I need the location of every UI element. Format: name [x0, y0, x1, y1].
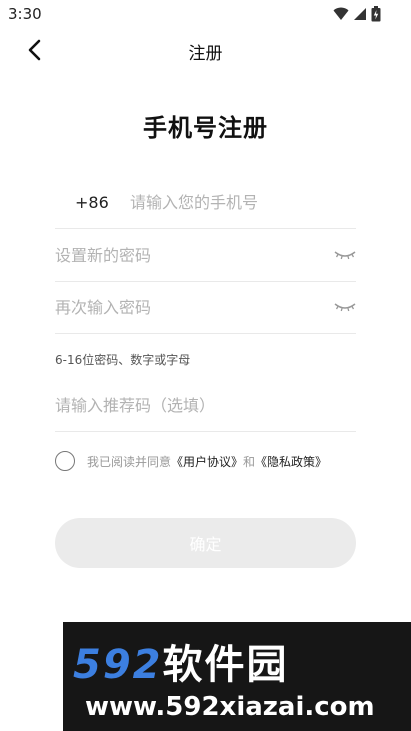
agreement-checkbox[interactable] [55, 451, 75, 471]
nav-bar: 注册 [0, 28, 411, 72]
privacy-policy-link[interactable]: 《隐私政策》 [255, 455, 327, 469]
agreement-row: 我已阅读并同意《用户协议》和《隐私政策》 [55, 450, 327, 472]
confirm-password-input[interactable] [55, 282, 315, 333]
nav-title: 注册 [188, 44, 223, 64]
referral-input[interactable] [55, 380, 315, 431]
user-agreement-link[interactable]: 《用户协议》 [171, 455, 243, 469]
password-hint: 6-16位密码、数字或字母 [55, 353, 191, 367]
watermark-brand: 592软件园 [73, 632, 289, 690]
password-input[interactable] [55, 230, 315, 281]
status-bar: 3:30 [0, 0, 411, 28]
wifi-icon [333, 7, 349, 20]
eye-closed-icon[interactable] [334, 248, 356, 262]
password-field [55, 230, 356, 282]
watermark-brand-number: 592 [73, 642, 163, 688]
country-code[interactable]: +86 [75, 193, 109, 212]
phone-field: +86 [55, 177, 356, 229]
phone-input[interactable] [130, 177, 350, 228]
watermark-logo: 592软件园 www.592xiazai.com [63, 622, 411, 731]
agreement-prefix: 我已阅读并同意 [87, 454, 172, 469]
battery-icon [371, 6, 381, 22]
eye-closed-icon[interactable] [334, 300, 356, 314]
watermark-url: www.592xiazai.com [85, 692, 375, 722]
page-heading: 手机号注册 [143, 114, 268, 142]
signal-icon [354, 8, 366, 20]
agreement-and: 和 [243, 454, 256, 469]
confirm-password-field [55, 282, 356, 334]
agreement-text: 我已阅读并同意《用户协议》和《隐私政策》 [87, 453, 327, 470]
referral-field [55, 380, 356, 432]
status-icons [333, 6, 381, 22]
confirm-button[interactable]: 确定 [55, 518, 356, 568]
watermark-brand-text: 软件园 [162, 642, 289, 688]
status-time: 3:30 [8, 5, 42, 23]
